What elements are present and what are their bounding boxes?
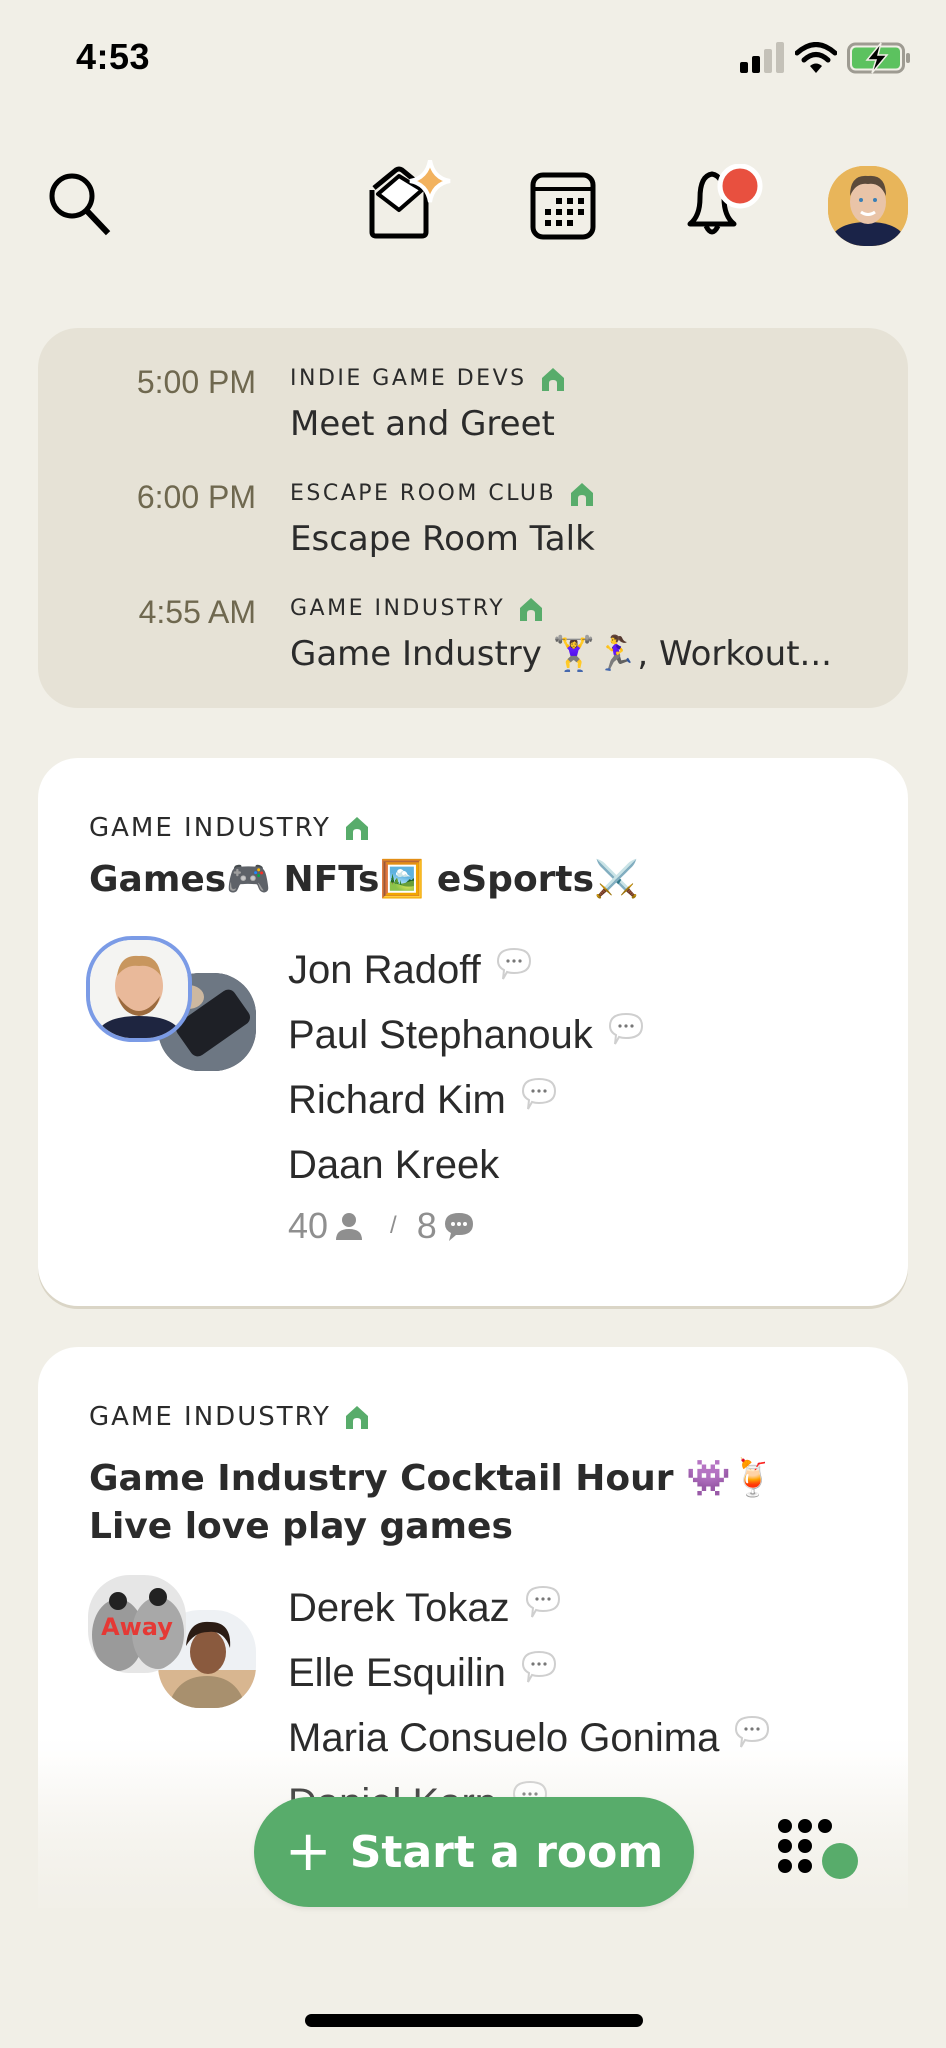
home-indicator bbox=[305, 2014, 643, 2027]
search-icon[interactable] bbox=[48, 172, 114, 238]
dots-grid-icon[interactable] bbox=[776, 1818, 862, 1888]
speaker-avatar-speaking[interactable] bbox=[90, 940, 188, 1038]
club-name: GAME INDUSTRY bbox=[89, 813, 331, 843]
profile-avatar[interactable] bbox=[828, 166, 908, 246]
speaker-name: Derek Tokaz bbox=[288, 1576, 771, 1641]
event-time: 6:00 PM bbox=[136, 479, 256, 515]
start-room-button[interactable]: + Start a room bbox=[254, 1797, 694, 1907]
plus-icon: + bbox=[284, 1819, 332, 1884]
speaker-name: Jon Radoff bbox=[288, 938, 645, 1003]
speech-bubble-icon bbox=[608, 1012, 643, 1044]
speech-bubble-icon bbox=[496, 947, 531, 979]
club-name: GAME INDUSTRY bbox=[290, 596, 506, 621]
speech-bubble-icon bbox=[525, 1585, 560, 1617]
speaker-avatar[interactable]: Away bbox=[88, 1575, 186, 1673]
status-time: 4:53 bbox=[76, 36, 151, 77]
wifi-icon bbox=[795, 42, 837, 73]
bell-icon[interactable] bbox=[682, 164, 766, 242]
event-club: ESCAPE ROOM CLUB bbox=[290, 481, 594, 506]
speaker-name: Elle Esquilin bbox=[288, 1641, 771, 1706]
club-name: INDIE GAME DEVS bbox=[290, 366, 527, 391]
event-title: Escape Room Talk bbox=[290, 519, 595, 559]
club-name: ESCAPE ROOM CLUB bbox=[290, 481, 557, 506]
upcoming-events-card[interactable]: 5:00 PM INDIE GAME DEVS Meet and Greet 6… bbox=[38, 328, 908, 708]
avatar-image bbox=[828, 166, 908, 246]
house-icon bbox=[345, 1406, 368, 1429]
envelope-sparkle-icon[interactable] bbox=[366, 160, 454, 240]
room-title: Game Industry Cocktail Hour 👾🍹 Live love… bbox=[89, 1458, 776, 1547]
event-title: Game Industry 🏋️‍♀️🏃‍♀️, Workout... bbox=[290, 634, 832, 674]
room-title: Games🎮 NFTs🖼️ eSports⚔️ bbox=[89, 859, 639, 900]
start-room-label: Start a room bbox=[349, 1826, 664, 1878]
speaker-name: Maria Consuelo Gonima bbox=[288, 1706, 771, 1771]
room-club: GAME INDUSTRY bbox=[89, 1402, 369, 1432]
house-icon bbox=[571, 482, 594, 506]
speaker-count: 8 bbox=[416, 1205, 437, 1246]
upcoming-event[interactable]: 4:55 AM GAME INDUSTRY Game Industry 🏋️‍♀… bbox=[38, 576, 908, 686]
speaker-name: Richard Kim bbox=[288, 1068, 645, 1133]
house-icon bbox=[520, 597, 543, 621]
chat-bubble-icon bbox=[444, 1213, 473, 1241]
svg-text:Away: Away bbox=[101, 1613, 173, 1641]
calendar-icon[interactable] bbox=[530, 172, 596, 240]
listener-count: 40 bbox=[288, 1205, 329, 1246]
house-icon bbox=[345, 817, 368, 840]
speaker-name: Paul Stephanouk bbox=[288, 1003, 645, 1068]
room-card[interactable]: GAME INDUSTRY Games🎮 NFTs🖼️ eSports⚔️ Jo… bbox=[38, 758, 908, 1306]
event-time: 5:00 PM bbox=[136, 364, 256, 400]
speech-bubble-icon bbox=[521, 1077, 556, 1109]
event-club: GAME INDUSTRY bbox=[290, 596, 543, 621]
speaker-list: Jon Radoff Paul Stephanouk Richard Kim D… bbox=[288, 938, 645, 1198]
speaker-name: Daan Kreek bbox=[288, 1143, 500, 1187]
event-time: 4:55 AM bbox=[138, 594, 256, 630]
room-club: GAME INDUSTRY bbox=[89, 813, 369, 843]
house-icon bbox=[541, 367, 564, 391]
room-stats: 40 / 8 bbox=[288, 1205, 481, 1247]
speech-bubble-icon bbox=[521, 1650, 556, 1682]
upcoming-event[interactable]: 6:00 PM ESCAPE ROOM CLUB Escape Room Tal… bbox=[38, 461, 908, 571]
notification-badge bbox=[717, 164, 763, 209]
club-name: GAME INDUSTRY bbox=[89, 1402, 331, 1432]
battery-charging-icon bbox=[847, 42, 910, 74]
upcoming-event[interactable]: 5:00 PM INDIE GAME DEVS Meet and Greet bbox=[38, 346, 908, 456]
speech-bubble-icon bbox=[735, 1715, 770, 1747]
event-club: INDIE GAME DEVS bbox=[290, 366, 565, 391]
stats-separator: / bbox=[390, 1212, 397, 1239]
event-title: Meet and Greet bbox=[290, 404, 555, 444]
bottom-area bbox=[0, 1908, 946, 2048]
online-indicator bbox=[822, 1843, 858, 1879]
cellular-signal-icon bbox=[740, 42, 784, 73]
person-icon bbox=[336, 1213, 363, 1240]
